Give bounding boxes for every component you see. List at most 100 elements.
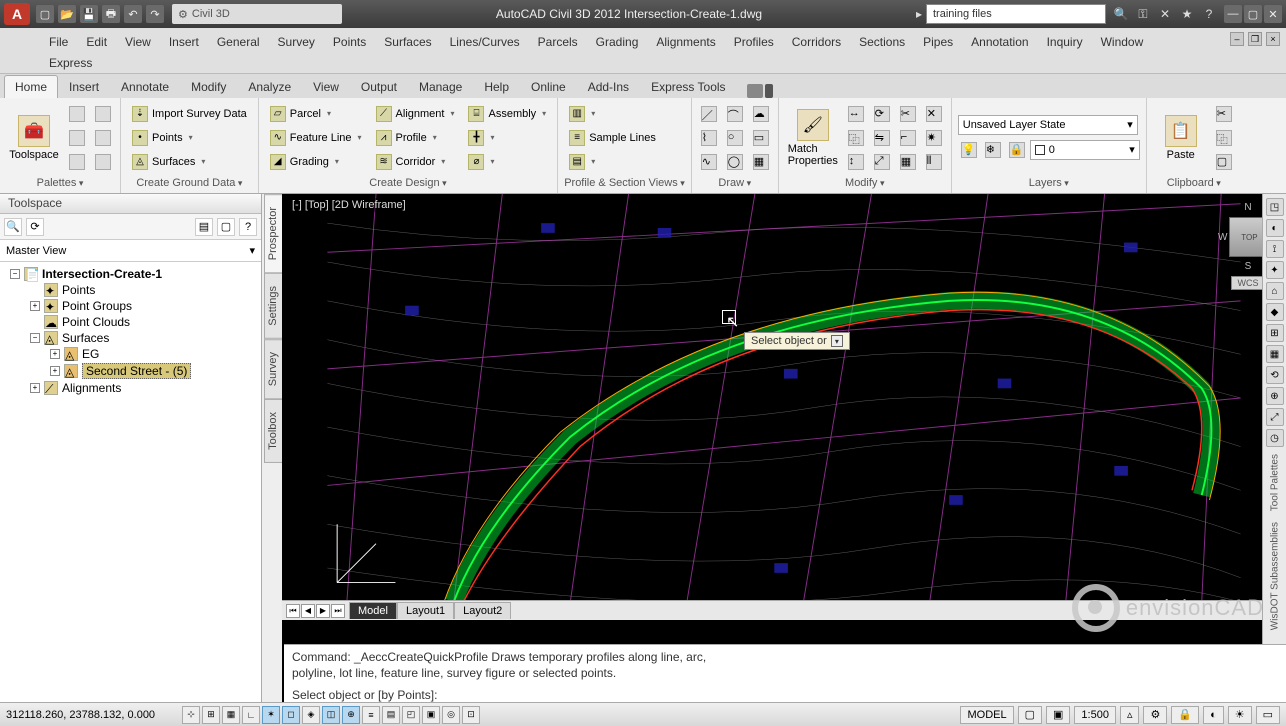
panel-title-draw[interactable]: Draw	[698, 175, 772, 191]
layout-last-icon[interactable]: ⏭	[331, 604, 345, 618]
layer-current-dropdown[interactable]: 0▾	[1030, 140, 1140, 160]
maximize-button[interactable]: ▢	[1244, 5, 1262, 23]
ts-tool-1-icon[interactable]: ▤	[195, 218, 213, 236]
copy-clip-icon[interactable]: ⿻	[1213, 127, 1235, 149]
close-button[interactable]: ✕	[1264, 5, 1282, 23]
toggle-osnap[interactable]: ◻	[282, 706, 300, 724]
tab-survey[interactable]: Survey	[264, 339, 284, 399]
ribbon-tab-modify[interactable]: Modify	[180, 75, 237, 98]
exchange-icon[interactable]: ✕	[1156, 5, 1174, 23]
rt-btn-6[interactable]: ◆	[1266, 303, 1284, 321]
workspace-dropdown[interactable]: Civil 3D	[172, 4, 342, 24]
toggle-am[interactable]: ◎	[442, 706, 460, 724]
tree-points[interactable]: ✦Points	[2, 282, 259, 298]
toolspace-button[interactable]: 🧰Toolspace	[6, 100, 62, 175]
menu-insert[interactable]: Insert	[160, 32, 208, 52]
pline-icon[interactable]: ⌇	[698, 127, 720, 149]
ts-help-icon[interactable]: ?	[239, 218, 257, 236]
app-menu-icon[interactable]: A	[4, 3, 30, 25]
status-annoscale-icon[interactable]: ▵	[1120, 706, 1140, 724]
rt-btn-10[interactable]: ⊕	[1266, 387, 1284, 405]
grading-button[interactable]: ◢Grading▾	[265, 151, 367, 173]
status-lock-icon[interactable]: 🔒	[1171, 706, 1199, 724]
search-input[interactable]	[926, 4, 1106, 24]
menu-parcels[interactable]: Parcels	[529, 32, 587, 52]
tree-surface-eg[interactable]: +◬EG	[2, 346, 259, 362]
menu-alignments[interactable]: Alignments	[647, 32, 724, 52]
status-scale[interactable]: 1:500	[1074, 706, 1116, 724]
corridor-button[interactable]: ≋Corridor▾	[371, 151, 460, 173]
layout-prev-icon[interactable]: ◀	[301, 604, 315, 618]
status-ws-icon[interactable]: ⚙	[1143, 706, 1167, 724]
erase-icon[interactable]: ✕	[923, 103, 945, 125]
section-view-button[interactable]: ▤▾	[564, 151, 661, 173]
toolspace-tree[interactable]: −📄Intersection-Create-1 ✦Points +✦Point …	[0, 262, 261, 702]
sample-lines-button[interactable]: ≡Sample Lines	[564, 127, 661, 149]
toggle-sc[interactable]: ▣	[422, 706, 440, 724]
layer-on-icon[interactable]: 💡	[958, 139, 980, 161]
menu-window[interactable]: Window	[1092, 32, 1153, 52]
toggle-lwt[interactable]: ≡	[362, 706, 380, 724]
tree-point-clouds[interactable]: ☁Point Clouds	[2, 314, 259, 330]
ribbon-tab-view[interactable]: View	[302, 75, 350, 98]
array-icon[interactable]: ▦	[897, 151, 919, 173]
palette-btn-3[interactable]	[66, 151, 88, 173]
surfaces-button[interactable]: ◬Surfaces▾	[127, 151, 252, 173]
fillet-icon[interactable]: ⌐	[897, 127, 919, 149]
status-layout-icon[interactable]: ▢	[1018, 706, 1042, 724]
menu-annotation[interactable]: Annotation	[962, 32, 1037, 52]
menu-general[interactable]: General	[208, 32, 269, 52]
toggle-infer[interactable]: ⊹	[182, 706, 200, 724]
ts-refresh-icon[interactable]: ⟳	[26, 218, 44, 236]
qat-print-icon[interactable]: 🖶	[102, 5, 120, 23]
rt-btn-11[interactable]: ⤢	[1266, 408, 1284, 426]
doc-close-button[interactable]: ×	[1266, 32, 1280, 46]
mirror-icon[interactable]: ⇋	[871, 127, 893, 149]
panel-title-design[interactable]: Create Design	[265, 175, 551, 191]
tree-alignments[interactable]: +⟋Alignments	[2, 380, 259, 396]
rt-label-tool-palettes[interactable]: Tool Palettes	[1266, 454, 1284, 511]
toggle-snap[interactable]: ⊞	[202, 706, 220, 724]
panel-title-profile[interactable]: Profile & Section Views	[564, 175, 685, 191]
command-line[interactable]: Command: _AeccCreateQuickProfile Draws t…	[284, 644, 1286, 702]
ribbon-tab-manage[interactable]: Manage	[408, 75, 473, 98]
extra-clip-icon[interactable]: ▢	[1213, 151, 1235, 173]
tab-prospector[interactable]: Prospector	[264, 194, 284, 273]
toggle-otrack[interactable]: ◫	[322, 706, 340, 724]
tree-surface-second-street[interactable]: +◬Second Street - (5)	[2, 362, 259, 380]
menu-file[interactable]: File	[40, 32, 77, 52]
points-button[interactable]: •Points▾	[127, 127, 252, 149]
palette-btn-6[interactable]	[92, 151, 114, 173]
circle-icon[interactable]: ○	[724, 127, 746, 149]
tree-surfaces[interactable]: −◬Surfaces	[2, 330, 259, 346]
offset-icon[interactable]: ⫴	[923, 151, 945, 173]
favorite-icon[interactable]: ★	[1178, 5, 1196, 23]
toggle-ortho[interactable]: ∟	[242, 706, 260, 724]
status-isolate-icon[interactable]: ☀	[1228, 706, 1252, 724]
qat-open-icon[interactable]: 📂	[58, 5, 76, 23]
ts-find-icon[interactable]: 🔍	[4, 218, 22, 236]
rt-btn-7[interactable]: ⊞	[1266, 324, 1284, 342]
toggle-polar[interactable]: ✶	[262, 706, 280, 724]
menu-view[interactable]: View	[116, 32, 160, 52]
search-dd-icon[interactable]: ▸	[916, 7, 922, 21]
tree-point-groups[interactable]: +✦Point Groups	[2, 298, 259, 314]
menu-linescurves[interactable]: Lines/Curves	[441, 32, 529, 52]
rt-btn-4[interactable]: ✦	[1266, 261, 1284, 279]
paste-button[interactable]: 📋Paste	[1153, 100, 1209, 175]
ribbon-tab-analyze[interactable]: Analyze	[237, 75, 302, 98]
toolspace-view-dropdown[interactable]: Master View▾	[0, 240, 261, 262]
rt-btn-5[interactable]: ⌂	[1266, 282, 1284, 300]
status-hw-icon[interactable]: ◐	[1203, 706, 1224, 724]
pipe-network-button[interactable]: ⌀▾	[463, 151, 551, 173]
ribbon-visibility-icon[interactable]	[747, 84, 773, 98]
ribbon-tab-addins[interactable]: Add-Ins	[577, 75, 640, 98]
palette-btn-2[interactable]	[66, 127, 88, 149]
trim-icon[interactable]: ✂	[897, 103, 919, 125]
copy-icon[interactable]: ⿻	[845, 127, 867, 149]
drawing-canvas[interactable]: [-] [Top] [2D Wireframe]	[282, 194, 1286, 702]
menu-survey[interactable]: Survey	[269, 32, 324, 52]
scale-icon[interactable]: ⤢	[871, 151, 893, 173]
sign-in-icon[interactable]: ⚿	[1134, 5, 1152, 23]
menu-surfaces[interactable]: Surfaces	[375, 32, 440, 52]
